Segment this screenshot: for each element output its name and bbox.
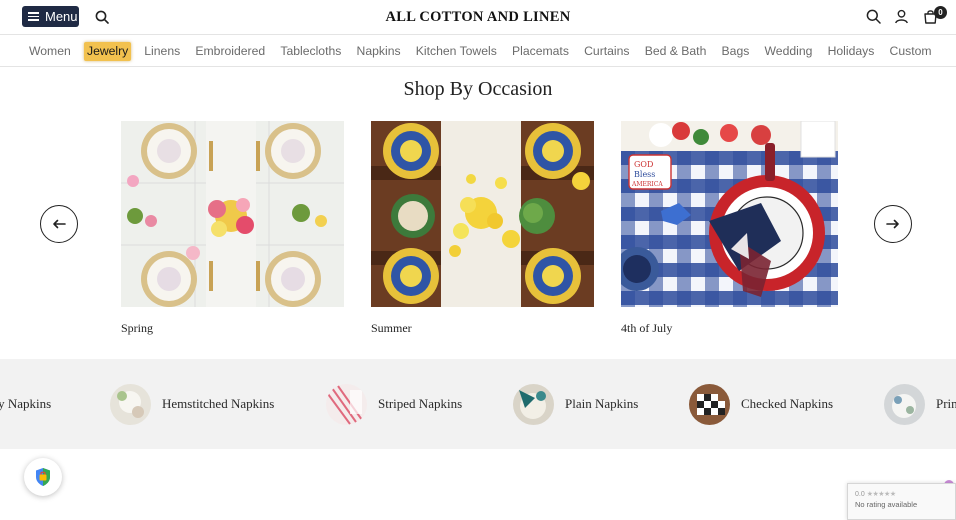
section-title: Shop By Occasion: [403, 78, 553, 100]
category-label: Checked Napkins: [741, 396, 834, 411]
card-caption: 4th of July: [621, 321, 673, 335]
rating-score: 0.0 ★★★★★: [855, 490, 955, 499]
occasion-card-summer[interactable]: Summer: [371, 121, 594, 336]
arrow-left-icon: [53, 219, 66, 229]
menu-label: Menu: [45, 9, 78, 24]
rating-value: 0.0: [855, 490, 865, 498]
svg-text:AMERICA: AMERICA: [631, 181, 663, 188]
category-item-printed-napkins[interactable]: Prin: [884, 383, 956, 425]
nav-item-kitchen-towels[interactable]: Kitchen Towels: [416, 42, 497, 61]
category-label: Plain Napkins: [565, 396, 639, 411]
carousel-next-button[interactable]: [874, 205, 912, 243]
arrow-right-icon: [886, 219, 899, 229]
4th-of-july-table-photo: GOD Bless AMERICA: [621, 121, 838, 307]
nav-item-bed-bath[interactable]: Bed & Bath: [645, 42, 707, 61]
occasion-card-4th-of-july[interactable]: GOD Bless AMERICA 4th of July: [621, 121, 838, 336]
summer-table-photo: [371, 121, 594, 307]
category-item-checked-napkins[interactable]: Checked Napkins: [689, 383, 833, 425]
site-header: Menu ALL COTTON AND LINEN 0: [0, 0, 956, 34]
shield-bag-icon: [36, 468, 50, 486]
category-thumbnail: [884, 383, 925, 425]
category-label: Striped Napkins: [378, 396, 463, 411]
nav-item-jewelry[interactable]: Jewelry: [83, 42, 132, 61]
card-caption: Spring: [121, 321, 154, 335]
category-item-hemstitched-napkins[interactable]: Hemstitched Napkins: [110, 383, 274, 425]
nav-item-placemats[interactable]: Placemats: [512, 42, 569, 61]
site-logo[interactable]: ALL COTTON AND LINEN: [0, 9, 956, 26]
category-label: ery Napkins: [0, 396, 52, 411]
hamburger-icon: [28, 12, 39, 21]
nav-item-embroidered[interactable]: Embroidered: [195, 42, 265, 61]
nav-item-linens[interactable]: Linens: [144, 42, 180, 61]
category-item-embroidery-napkins[interactable]: ery Napkins: [0, 383, 51, 425]
nav-item-women[interactable]: Women: [29, 42, 71, 61]
nav-item-custom[interactable]: Custom: [890, 42, 932, 61]
card-caption: Summer: [371, 321, 412, 335]
spring-table-photo: [121, 121, 344, 307]
nav-list: Women Jewelry Linens Embroidered Tablecl…: [29, 42, 947, 61]
napkin-category-strip: ery Napkins Hemstitched Napkins Striped …: [0, 359, 956, 449]
carousel-prev-button[interactable]: [40, 205, 78, 243]
nav-item-curtains[interactable]: Curtains: [584, 42, 629, 61]
search-icon[interactable]: [95, 10, 109, 24]
nav-item-bags[interactable]: Bags: [722, 42, 750, 61]
nav-item-wedding[interactable]: Wedding: [765, 42, 813, 61]
nav-item-holidays[interactable]: Holidays: [828, 42, 875, 61]
trust-badge-widget[interactable]: [24, 458, 62, 496]
occasion-card-spring[interactable]: Spring: [121, 121, 344, 336]
category-thumbnail: [689, 383, 730, 425]
menu-button[interactable]: Menu: [22, 6, 79, 27]
category-label: Prin: [936, 396, 956, 411]
category-thumbnail: [326, 383, 367, 425]
rating-widget[interactable]: 0.0 ★★★★★ No rating available: [847, 483, 956, 520]
main-nav: Women Jewelry Linens Embroidered Tablecl…: [0, 34, 956, 67]
category-thumbnail: [110, 383, 151, 425]
cart-count-badge: 0: [934, 6, 947, 19]
category-item-striped-napkins[interactable]: Striped Napkins: [326, 383, 462, 425]
search-icon-right[interactable]: [866, 9, 881, 24]
category-label: Hemstitched Napkins: [162, 396, 275, 411]
rating-text: No rating available: [855, 500, 918, 509]
svg-text:GOD: GOD: [634, 160, 653, 169]
nav-item-tablecloths[interactable]: Tablecloths: [280, 42, 341, 61]
category-item-plain-napkins[interactable]: Plain Napkins: [513, 383, 638, 425]
svg-text:Bless: Bless: [634, 170, 655, 179]
nav-item-napkins[interactable]: Napkins: [357, 42, 401, 61]
account-icon[interactable]: [894, 9, 909, 24]
rating-stars-icon: ★★★★★: [866, 491, 896, 498]
category-thumbnail: [513, 383, 554, 425]
